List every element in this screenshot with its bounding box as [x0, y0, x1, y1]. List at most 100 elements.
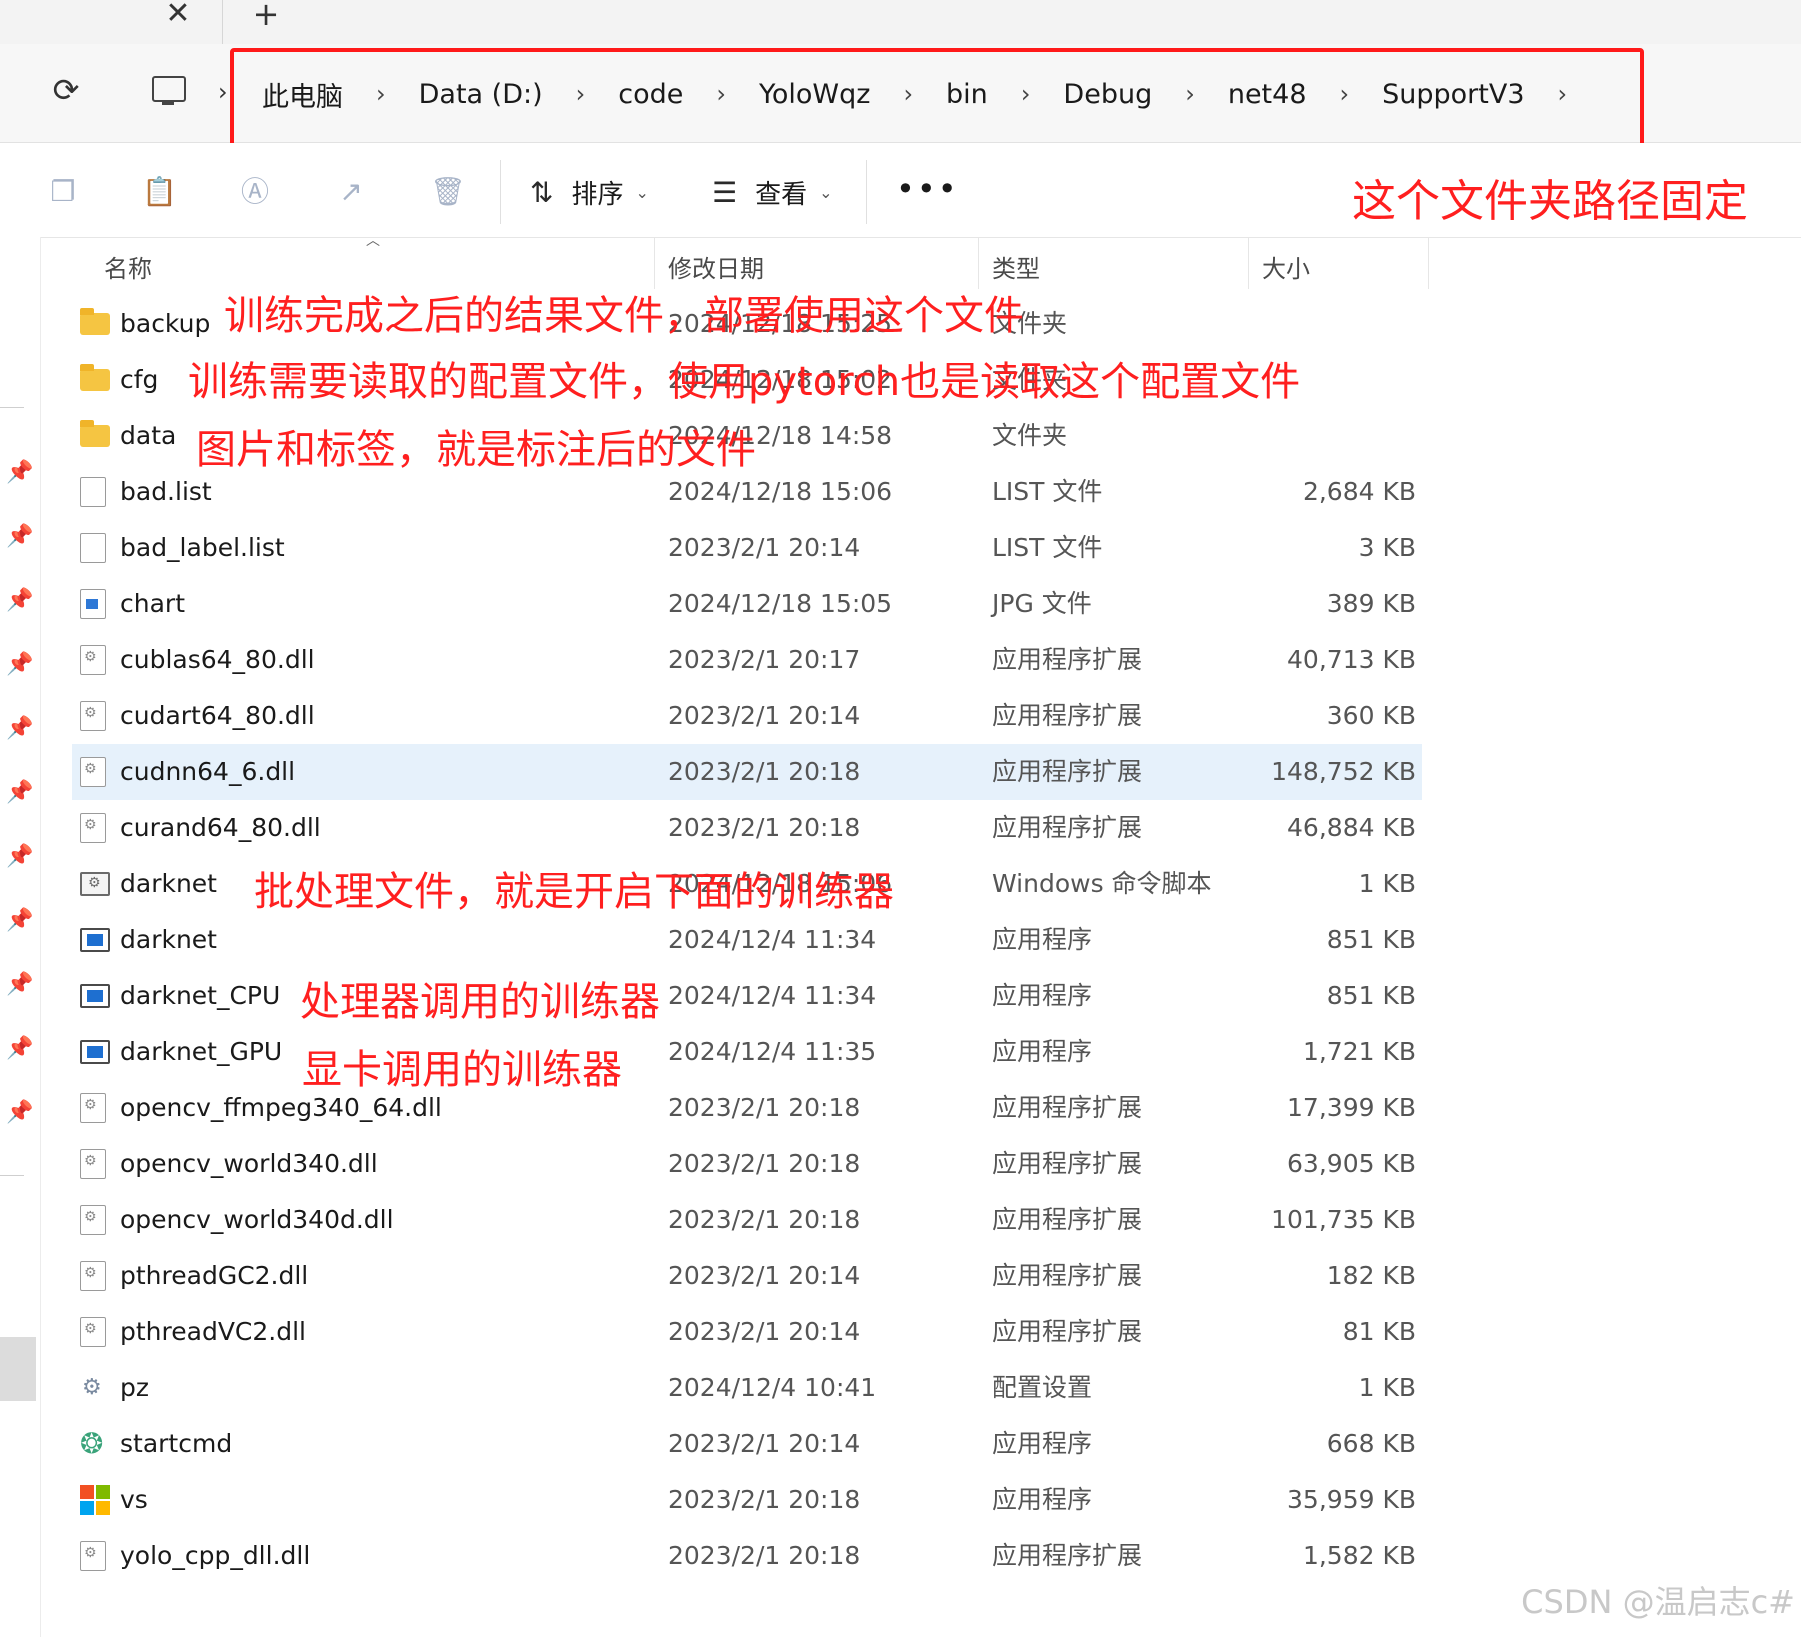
file-name: startcmd	[120, 1429, 233, 1458]
file-type: JPG 文件	[992, 589, 1092, 618]
file-type: 应用程序扩展	[992, 1541, 1143, 1570]
dll-file-icon	[80, 645, 106, 675]
file-name: opencv_world340d.dll	[120, 1205, 394, 1234]
file-size: 17,399 KB	[1287, 1093, 1416, 1122]
more-options-button[interactable]: •••	[896, 170, 959, 208]
file-size: 63,905 KB	[1287, 1149, 1416, 1178]
file-date: 2024/12/4 10:41	[668, 1373, 877, 1402]
pin-icon[interactable]: 📌	[6, 715, 34, 743]
file-row[interactable]: opencv_ffmpeg340_64.dll 2023/2/1 20:18 应用程…	[72, 1080, 1422, 1136]
file-name: pthreadGC2.dll	[120, 1261, 309, 1290]
file-name: cudart64_80.dll	[120, 701, 315, 730]
chevron-right-icon[interactable]: ›	[218, 78, 228, 106]
view-button[interactable]: ☰ 查看 ⌄	[712, 174, 833, 211]
file-row[interactable]: cudart64_80.dll 2023/2/1 20:14 应用程序扩展 360 K…	[72, 688, 1422, 744]
file-size: 1,721 KB	[1302, 1037, 1416, 1066]
file-name: bad.list	[120, 477, 212, 506]
file-name: bad_label.list	[120, 533, 285, 562]
file-size: 1 KB	[1358, 1373, 1416, 1402]
file-row[interactable]: darknet_CPU 2024/12/4 11:34 应用程序 851 KB	[72, 968, 1422, 1024]
new-tab-icon[interactable]: +	[248, 0, 284, 30]
share-icon[interactable]: ↗	[334, 175, 368, 209]
file-name: curand64_80.dll	[120, 813, 321, 842]
file-type: 应用程序扩展	[992, 1261, 1143, 1290]
file-name: darknet_GPU	[120, 1037, 283, 1066]
column-divider[interactable]	[1428, 237, 1429, 289]
column-header: 名称 修改日期 类型 大小	[40, 237, 1440, 289]
file-size: 360 KB	[1326, 701, 1416, 730]
annotation-path-fixed: 这个文件夹路径固定	[1352, 176, 1748, 227]
file-row[interactable]: vs 2023/2/1 20:18 应用程序 35,959 KB	[72, 1472, 1422, 1528]
column-divider[interactable]	[1248, 237, 1249, 289]
file-size: 3 KB	[1358, 533, 1416, 562]
sidebar-scrollbar[interactable]	[0, 1337, 36, 1401]
file-row[interactable]: pthreadVC2.dll 2023/2/1 20:14 应用程序扩展 81 KB	[72, 1304, 1422, 1360]
file-row[interactable]: opencv_world340d.dll 2023/2/1 20:18 应用程序扩展…	[72, 1192, 1422, 1248]
file-row[interactable]: cublas64_80.dll 2023/2/1 20:17 应用程序扩展 40,71…	[72, 632, 1422, 688]
sort-button[interactable]: ⇅ 排序 ⌄	[530, 174, 649, 211]
dll-file-icon	[80, 1093, 106, 1123]
column-divider[interactable]	[654, 237, 655, 289]
file-date: 2024/12/18 15:05	[668, 589, 893, 618]
sort-icon: ⇅	[530, 176, 554, 209]
pin-icon[interactable]: 📌	[6, 1035, 34, 1063]
file-type: 应用程序扩展	[992, 645, 1143, 674]
file-type: 应用程序扩展	[992, 1093, 1143, 1122]
file-date: 2023/2/1 20:18	[668, 1485, 861, 1514]
file-type: 应用程序扩展	[992, 1317, 1143, 1346]
file-row[interactable]: bad_label.list 2023/2/1 20:14 LIST 文件 3 KB	[72, 520, 1422, 576]
pin-icon[interactable]: 📌	[6, 459, 34, 487]
pin-icon[interactable]: 📌	[6, 1099, 34, 1127]
file-size: 81 KB	[1342, 1317, 1416, 1346]
file-name: pz	[120, 1373, 149, 1402]
pin-icon[interactable]: 📌	[6, 651, 34, 679]
sidebar-divider	[0, 407, 24, 408]
navigation-pane[interactable]: 📌 📌 📌 📌 📌 📌 📌 📌 📌 📌 📌	[0, 237, 41, 1637]
column-date[interactable]: 修改日期	[668, 249, 764, 284]
file-row[interactable]: darknet_GPU 2024/12/4 11:35 应用程序 1,721 KB	[72, 1024, 1422, 1080]
file-row[interactable]: darknet 2024/12/4 11:34 应用程序 851 KB	[72, 912, 1422, 968]
column-divider[interactable]	[978, 237, 979, 289]
file-name: cfg	[120, 365, 159, 394]
this-pc-icon[interactable]	[152, 76, 186, 105]
file-name: cudnn64_6.dll	[120, 757, 296, 786]
dll-file-icon	[80, 1205, 106, 1235]
pin-icon[interactable]: 📌	[6, 971, 34, 999]
close-tab-icon[interactable]: ✕	[160, 0, 196, 30]
sort-label: 排序	[571, 180, 624, 210]
file-row[interactable]: chart 2024/12/18 15:05 JPG 文件 389 KB	[72, 576, 1422, 632]
delete-icon[interactable]: 🗑	[430, 175, 466, 209]
file-row[interactable]: yolo_cpp_dll.dll 2023/2/1 20:18 应用程序扩展 1,58…	[72, 1528, 1422, 1584]
file-type: 应用程序	[992, 981, 1093, 1010]
file-row[interactable]: curand64_80.dll 2023/2/1 20:18 应用程序扩展 46,88…	[72, 800, 1422, 856]
file-size: 668 KB	[1326, 1429, 1416, 1458]
exe-file-icon	[80, 1040, 110, 1064]
path-highlight-box	[230, 48, 1644, 150]
column-type[interactable]: 类型	[992, 249, 1040, 284]
pin-icon[interactable]: 📌	[6, 843, 34, 871]
copy-icon[interactable]: ❐	[46, 175, 80, 209]
dll-file-icon	[80, 757, 106, 787]
paste-icon[interactable]: 📋	[142, 175, 177, 209]
pin-icon[interactable]: 📌	[6, 587, 34, 615]
refresh-icon[interactable]: ⟳	[48, 72, 84, 108]
pin-icon[interactable]: 📌	[6, 779, 34, 807]
file-name: cublas64_80.dll	[120, 645, 315, 674]
column-size[interactable]: 大小	[1262, 249, 1310, 284]
file-row[interactable]: startcmd 2023/2/1 20:14 应用程序 668 KB	[72, 1416, 1422, 1472]
file-type: 应用程序扩展	[992, 701, 1143, 730]
column-name[interactable]: 名称	[104, 249, 152, 284]
file-row[interactable]: cudnn64_6.dll 2023/2/1 20:18 应用程序扩展 148,752…	[72, 744, 1422, 800]
file-row[interactable]: pthreadGC2.dll 2023/2/1 20:14 应用程序扩展 182 KB	[72, 1248, 1422, 1304]
rename-icon[interactable]: Ⓐ	[238, 175, 272, 209]
pin-icon[interactable]: 📌	[6, 523, 34, 551]
file-size: 46,884 KB	[1287, 813, 1416, 842]
file-row[interactable]: opencv_world340.dll 2023/2/1 20:18 应用程序扩展 6…	[72, 1136, 1422, 1192]
pin-icon[interactable]: 📌	[6, 907, 34, 935]
exe-file-icon	[80, 928, 110, 952]
annotation-cpu: 处理器调用的训练器	[300, 979, 660, 1025]
file-size: 1 KB	[1358, 869, 1416, 898]
file-row[interactable]: pz 2024/12/4 10:41 配置设置 1 KB	[72, 1360, 1422, 1416]
file-date: 2024/12/18 15:06	[668, 477, 893, 506]
file-name: data	[120, 421, 177, 450]
